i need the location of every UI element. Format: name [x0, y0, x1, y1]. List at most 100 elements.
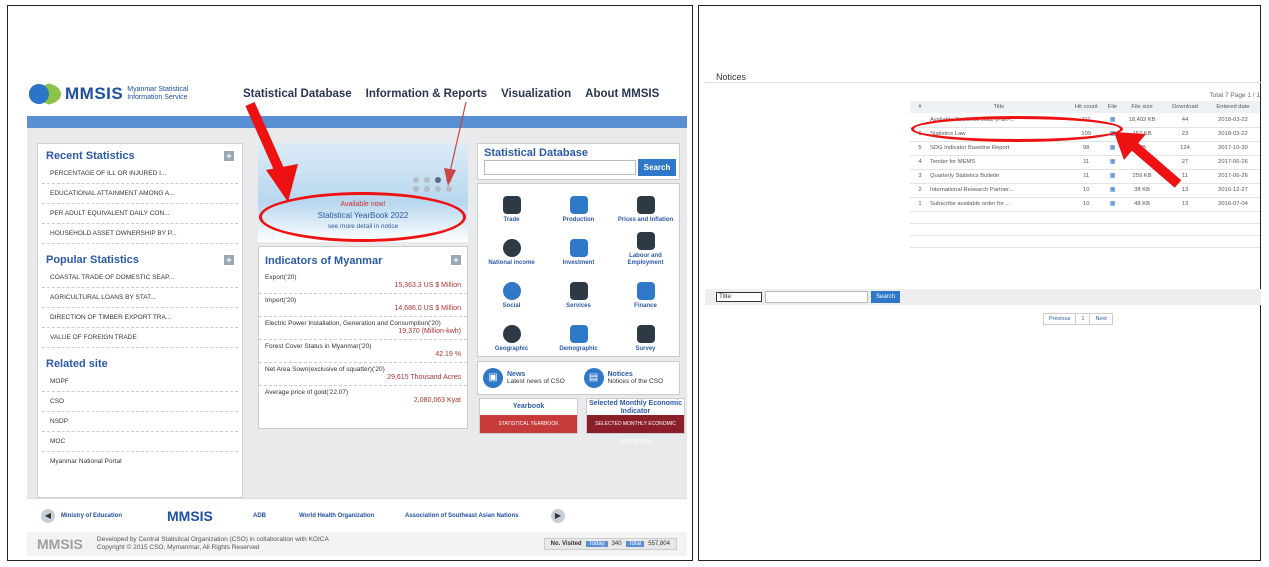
table-row[interactable]: 4 Tender for MEMS 11 ▦ 27 2017-06-26 — [910, 155, 1260, 170]
partner-moe[interactable]: Ministry of Education — [61, 506, 161, 526]
related-item[interactable]: NSDP — [42, 412, 238, 432]
partner-asean[interactable]: Association of Southeast Asian Nations — [405, 506, 545, 526]
category-labour[interactable]: Labour and Employment — [612, 227, 679, 270]
popular-item[interactable]: COASTAL TRADE OF DOMESTIC SEAP... — [42, 268, 238, 288]
category-demographic[interactable]: Demographic — [545, 313, 612, 356]
investment-icon — [569, 239, 588, 257]
indicators-more-icon[interactable]: + — [451, 255, 461, 265]
footer-line-1: Developed by Central Statistical Organiz… — [96, 536, 329, 543]
carousel-prev-icon[interactable]: ◀ — [41, 508, 55, 523]
file-icon[interactable]: ▦ — [1104, 197, 1121, 212]
slide-dot[interactable] — [413, 177, 419, 183]
notices-search-input[interactable] — [765, 291, 868, 303]
category-production[interactable]: Production — [545, 184, 612, 227]
nav-visualization[interactable]: Visualization — [501, 88, 571, 100]
popular-item[interactable]: DIRECTION OF TIMBER EXPORT TRA... — [42, 308, 238, 328]
notices-link[interactable]: ▤ Notices Notices of the CSO — [579, 362, 680, 394]
category-survey[interactable]: Survey — [612, 313, 679, 356]
news-link[interactable]: ▣ News Latest news of CSO — [478, 362, 579, 394]
row-size: 48 KB — [1120, 197, 1165, 212]
row-hits: 98 — [1067, 141, 1105, 156]
globe-icon — [502, 325, 521, 343]
annotation-arrow-red-thick — [245, 101, 298, 202]
search-field-select[interactable]: Title — [716, 292, 762, 302]
statdb-search-input[interactable] — [484, 160, 636, 175]
recent-item[interactable]: EDUCATIONAL ATTAINMENT AMONG A... — [42, 184, 238, 204]
partner-mmsis[interactable]: MMSIS — [167, 506, 247, 526]
money-bag-icon — [502, 239, 521, 257]
row-title[interactable]: International Research Partner... — [930, 183, 1068, 198]
ship-icon — [502, 196, 521, 214]
indicator-row[interactable]: Forest Cover Status in Myanmar('20) 42.19… — [259, 340, 467, 363]
related-site-title: Related site — [46, 358, 108, 370]
recent-item[interactable]: PER ADULT EQUIVALENT DAILY CON... — [42, 204, 238, 224]
category-geographic[interactable]: Geographic — [478, 313, 545, 356]
col-download: Download — [1164, 101, 1206, 113]
table-row-empty — [910, 235, 1260, 248]
carousel-next-icon[interactable]: ▶ — [551, 508, 565, 523]
related-item[interactable]: CSO — [42, 392, 238, 412]
table-row[interactable]: 2 International Research Partner... 10 ▦ 38 … — [910, 183, 1260, 198]
partner-adb[interactable]: ADB — [253, 506, 293, 526]
pagination: Previous 1 Next — [1043, 313, 1113, 325]
popular-item[interactable]: VALUE OF FOREIGN TRADE — [42, 328, 238, 348]
yearbook-box[interactable]: Yearbook STATISTICAL YEARBOOK — [479, 398, 578, 434]
row-hits: 11 — [1067, 155, 1105, 170]
category-label: Production — [562, 217, 595, 223]
indicator-row[interactable]: Export('20) 15,363.3 US $ Million — [259, 271, 467, 294]
notices-table-wrap: Total 7 Page 1 / 1 # Title Hit count Fil… — [910, 88, 1260, 248]
row-date: 2018-03-22 — [1205, 113, 1260, 128]
slide-dot[interactable] — [424, 177, 430, 183]
slide-dot[interactable] — [435, 177, 441, 183]
row-size: 18,402 KB — [1120, 113, 1165, 128]
slide-dot[interactable] — [424, 186, 430, 192]
factory-icon — [569, 196, 588, 214]
table-row[interactable]: 3 Quarterly Statistics Bulletin 11 ▦ 259 KB 1… — [910, 169, 1260, 184]
slide-dot[interactable] — [435, 186, 441, 192]
row-title[interactable]: Quarterly Statistics Bulletin — [930, 169, 1068, 184]
annotation-circle-row — [911, 116, 1123, 142]
related-item[interactable]: Myanmar National Portal — [42, 452, 238, 471]
table-row[interactable]: 1 Subscribe available order for ... 10 ▦ 48 … — [910, 197, 1260, 212]
related-item[interactable]: MOC — [42, 432, 238, 452]
row-title[interactable]: SDG Indicator Baseline Report — [930, 141, 1068, 156]
slide-dot[interactable] — [413, 186, 419, 192]
nav-about[interactable]: About MMSIS — [585, 88, 659, 100]
services-icon — [569, 282, 588, 300]
partner-who[interactable]: World Health Organization — [299, 506, 399, 526]
category-services[interactable]: Services — [545, 270, 612, 313]
row-title[interactable]: Tender for MEMS — [930, 155, 1068, 170]
category-prices[interactable]: Prices and Inflation — [612, 184, 679, 227]
indicator-row[interactable]: Average price of gold('22.07) 2,080,063 K… — [259, 386, 467, 408]
category-national-income[interactable]: National income — [478, 227, 545, 270]
yearbook-title: Yearbook — [512, 403, 545, 410]
related-item[interactable]: MOPF — [42, 372, 238, 392]
popular-more-icon[interactable]: + — [224, 255, 234, 265]
popular-item[interactable]: AGRICULTURAL LOANS BY STAT... — [42, 288, 238, 308]
recent-item[interactable]: PERCENTAGE OF ILL OR INJURED I... — [42, 164, 238, 184]
table-row[interactable]: 5SDG Indicator Baseline Report98▦KB12420… — [910, 141, 1260, 156]
nav-information-reports[interactable]: Information & Reports — [366, 88, 487, 100]
pager-page[interactable]: 1 — [1076, 314, 1091, 324]
recent-item[interactable]: HOUSEHOLD ASSET OWNERSHIP BY P... — [42, 224, 238, 244]
indicator-value: 29,615 Thousand Acres — [387, 374, 461, 381]
notices-search-button[interactable]: Search — [871, 291, 901, 303]
indicator-row[interactable]: Import('20) 14,686.0 US $ Million — [259, 294, 467, 317]
row-hits: 10 — [1067, 183, 1105, 198]
statdb-search-button[interactable]: Search — [638, 159, 676, 176]
category-investment[interactable]: Investment — [545, 227, 612, 270]
pager-next[interactable]: Next — [1090, 314, 1111, 324]
site-logo[interactable]: MMSIS Myanmar Statistical Information Se… — [27, 83, 227, 105]
recent-more-icon[interactable]: + — [224, 151, 234, 161]
indicator-row[interactable]: Net Area Sown(exclusive of squatter)('20… — [259, 363, 467, 386]
row-title[interactable]: Subscribe available order for ... — [930, 197, 1068, 212]
annotation-arrow-thin — [444, 101, 467, 186]
category-social[interactable]: Social — [478, 270, 545, 313]
category-label: National income — [488, 260, 535, 266]
category-trade[interactable]: Trade — [478, 184, 545, 227]
category-finance[interactable]: Finance — [612, 270, 679, 313]
partner-logos: ◀ Ministry of Education MMSIS ADB World … — [27, 498, 687, 532]
indicator-row[interactable]: Electric Power Installation, Generation … — [259, 317, 467, 340]
pager-previous[interactable]: Previous — [1044, 314, 1077, 324]
monthly-indicator-box[interactable]: Selected Monthly Economic Indicator SELE… — [586, 398, 685, 445]
